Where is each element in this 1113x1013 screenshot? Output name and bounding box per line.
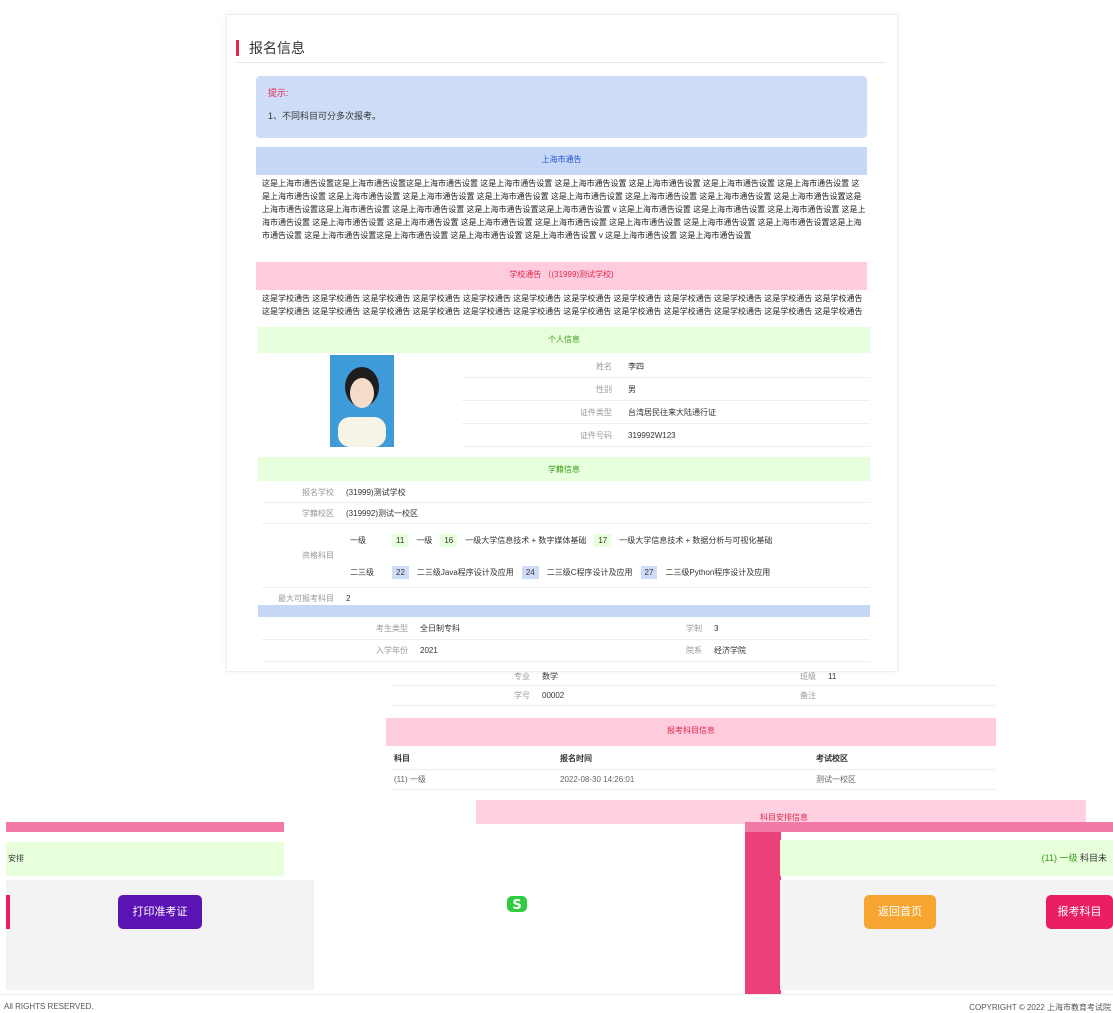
subject-tag: 16 [440,533,458,547]
name-value: 李四 [628,362,644,371]
page-title: 报名信息 [236,40,305,56]
major-value: 数学 [542,672,558,681]
tip-box: 提示: 1、不同科目可分多次报考。 [256,76,867,138]
tip-line: 1、不同科目可分多次报考。 [268,111,382,121]
exam-col-time: 报名时间 [560,754,592,763]
idtype-label: 证件类型 [580,408,612,417]
personal-heading: 个人信息 [258,327,870,353]
level1-label: 一级 [350,535,366,545]
class-label: 班级 [800,672,816,681]
fragment-subject: (11) 一级 [1041,853,1078,863]
campus-label: 学籍校区 [302,509,334,518]
idno-value: 319992W123 [628,431,676,440]
footer-right: COPYRIGHT © 2022 上海市教育考试院 [969,1003,1111,1012]
sno-label: 学号 [514,691,530,700]
school-label: 报名学校 [302,488,334,497]
year-label: 入学年份 [376,646,408,655]
dept-value: 经济学院 [714,646,746,655]
logo-icon: S [506,895,528,913]
school-notice-body: 这是学校通告 这是学校通告 这是学校通告 这是学校通告 这是学校通告 这是学校通… [262,294,863,316]
city-notice-body: 这是上海市通告设置这是上海市通告设置这是上海市通告设置 这是上海市通告设置 这是… [262,179,866,240]
subjects-label: 资格科目 [302,551,334,560]
fragment-stripe [745,832,781,994]
subject-tag: 一级大学信息技术 + 数字媒体基础 [465,535,587,545]
year-value: 2021 [420,646,438,655]
student-table: 考生类型 全日制专科 学制 3 入学年份 2021 院系 经济学院 [262,618,870,662]
subject-tag: 17 [594,533,612,547]
school-heading: 学籍信息 [258,457,870,481]
dept-label: 院系 [686,646,702,655]
sno-value: 00002 [542,691,565,700]
name-label: 姓名 [596,362,612,371]
apply-subject-button[interactable]: 报考科目 [1046,895,1113,929]
fragment-suffix: 科目未 [1079,853,1107,863]
subject-tag: 一级大学信息技术 + 数据分析与可视化基础 [619,535,773,545]
student-table-lower: 专业 数学 班级 11 学号 00002 备注 [390,668,996,706]
footer-left: All RIGHTS RESERVED. [4,1002,94,1011]
subject-tag: 27 [640,565,658,579]
exam-col-campus: 考试校区 [816,754,848,763]
subject-tag: 二三级Python程序设计及应用 [665,567,771,577]
major-label: 专业 [514,672,530,681]
button-edge [6,895,10,929]
exam-row-campus: 测试一校区 [816,775,856,784]
student-photo [330,355,394,447]
idtype-value: 台湾居民往来大陆通行证 [628,408,716,417]
exam-col-subject: 科目 [394,754,410,763]
level2-label: 二三级 [350,567,374,577]
gender-label: 性别 [596,385,612,394]
fragment-arrange: 安排 [6,842,284,876]
school-value: (31999)测试学校 [346,488,406,497]
city-notice-heading: 上海市通告 [256,147,867,175]
subject-tag: 22 [392,565,409,579]
type-label: 考生类型 [376,624,408,633]
subject-tag: 二三级Java程序设计及应用 [416,567,514,577]
fragment-subject-row: (11) 一级 科目未 [780,840,1113,876]
subject-tag: 二三级C程序设计及应用 [546,567,633,577]
idno-label: 证件号码 [580,431,612,440]
title-divider [236,62,886,63]
exam-table: 科目 报名时间 考试校区 (11) 一级 2022-08-30 14:26:01 测试一… [390,748,996,790]
type-value: 全日制专科 [420,624,460,633]
years-value: 3 [714,624,719,633]
home-button[interactable]: 返回首页 [864,895,936,929]
school-table: 报名学校 (31999)测试学校 学籍校区 (319992)测试一校区 资格科目 一… [262,482,870,609]
fragment-heading: 科目安排信息 [760,813,808,822]
subject-tag: 11 [392,533,409,547]
print-ticket-button[interactable]: 打印准考证 [118,895,202,929]
exam-heading: 报考科目信息 [386,718,996,746]
exam-row-subject: (11) 一级 [394,775,426,784]
exam-row-time: 2022-08-30 14:26:01 [560,775,635,784]
gender-value: 男 [628,385,636,394]
personal-table: 姓名 李四 性别 男 证件类型 台湾居民往来大陆通行证 证件号码 319992W123 [462,355,870,447]
tip-heading: 提示: [268,88,289,98]
remark-label: 备注 [800,691,816,700]
subject-tag: 一级 [416,535,433,545]
footer-divider [0,994,1113,995]
class-value: 11 [828,672,837,681]
years-label: 学制 [686,624,702,633]
svg-text:S: S [512,898,521,913]
student-heading-bar [258,605,870,617]
fragment-bar [6,822,284,832]
campus-value: (319992)测试一校区 [346,509,419,518]
subject-tag: 24 [521,565,539,579]
school-notice-heading: 学校通告 （(31999)测试学校) [256,262,867,290]
fragment-bar [745,822,1113,832]
